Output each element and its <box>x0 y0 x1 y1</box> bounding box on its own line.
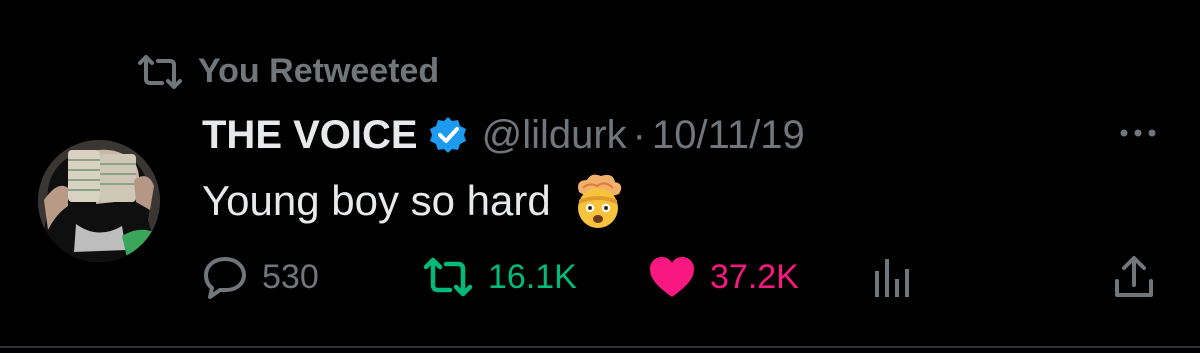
display-name[interactable]: THE VOICE <box>202 111 418 159</box>
analytics-icon <box>875 259 909 297</box>
handle[interactable]: @lildurk <box>482 111 627 159</box>
exploding-head-emoji <box>577 174 621 228</box>
reply-count: 530 <box>262 257 319 296</box>
views-button[interactable] <box>872 252 912 302</box>
like-button[interactable]: 37.2K <box>648 252 799 302</box>
divider <box>0 346 1200 348</box>
reply-button[interactable]: 530 <box>202 252 319 302</box>
reply-icon <box>204 257 246 299</box>
retweet-button[interactable]: 16.1K <box>422 252 577 302</box>
more-options-icon[interactable] <box>1114 118 1162 148</box>
avatar-image <box>38 140 160 262</box>
like-count: 37.2K <box>710 257 799 296</box>
retweet-count: 16.1K <box>488 257 577 296</box>
tweet-text: Young boy so hard <box>202 172 627 230</box>
heart-icon <box>650 257 694 297</box>
verified-badge-icon[interactable] <box>428 115 468 155</box>
retweet-icon <box>138 54 182 89</box>
timestamp[interactable]: 10/11/19 <box>652 111 805 159</box>
separator: · <box>632 113 646 157</box>
social-context[interactable]: You Retweeted <box>136 52 439 91</box>
social-context-label: You Retweeted <box>198 52 440 90</box>
retweet-icon <box>423 257 473 297</box>
tweet-body: Young boy so hard <box>202 177 551 224</box>
tweet-header: THE VOICE @lildurk · 10/11/19 <box>202 111 805 159</box>
avatar[interactable] <box>38 140 160 262</box>
share-button[interactable] <box>1112 252 1156 302</box>
tweet-actions: 530 16.1K 37.2K <box>0 252 1200 302</box>
share-icon <box>1115 256 1153 297</box>
